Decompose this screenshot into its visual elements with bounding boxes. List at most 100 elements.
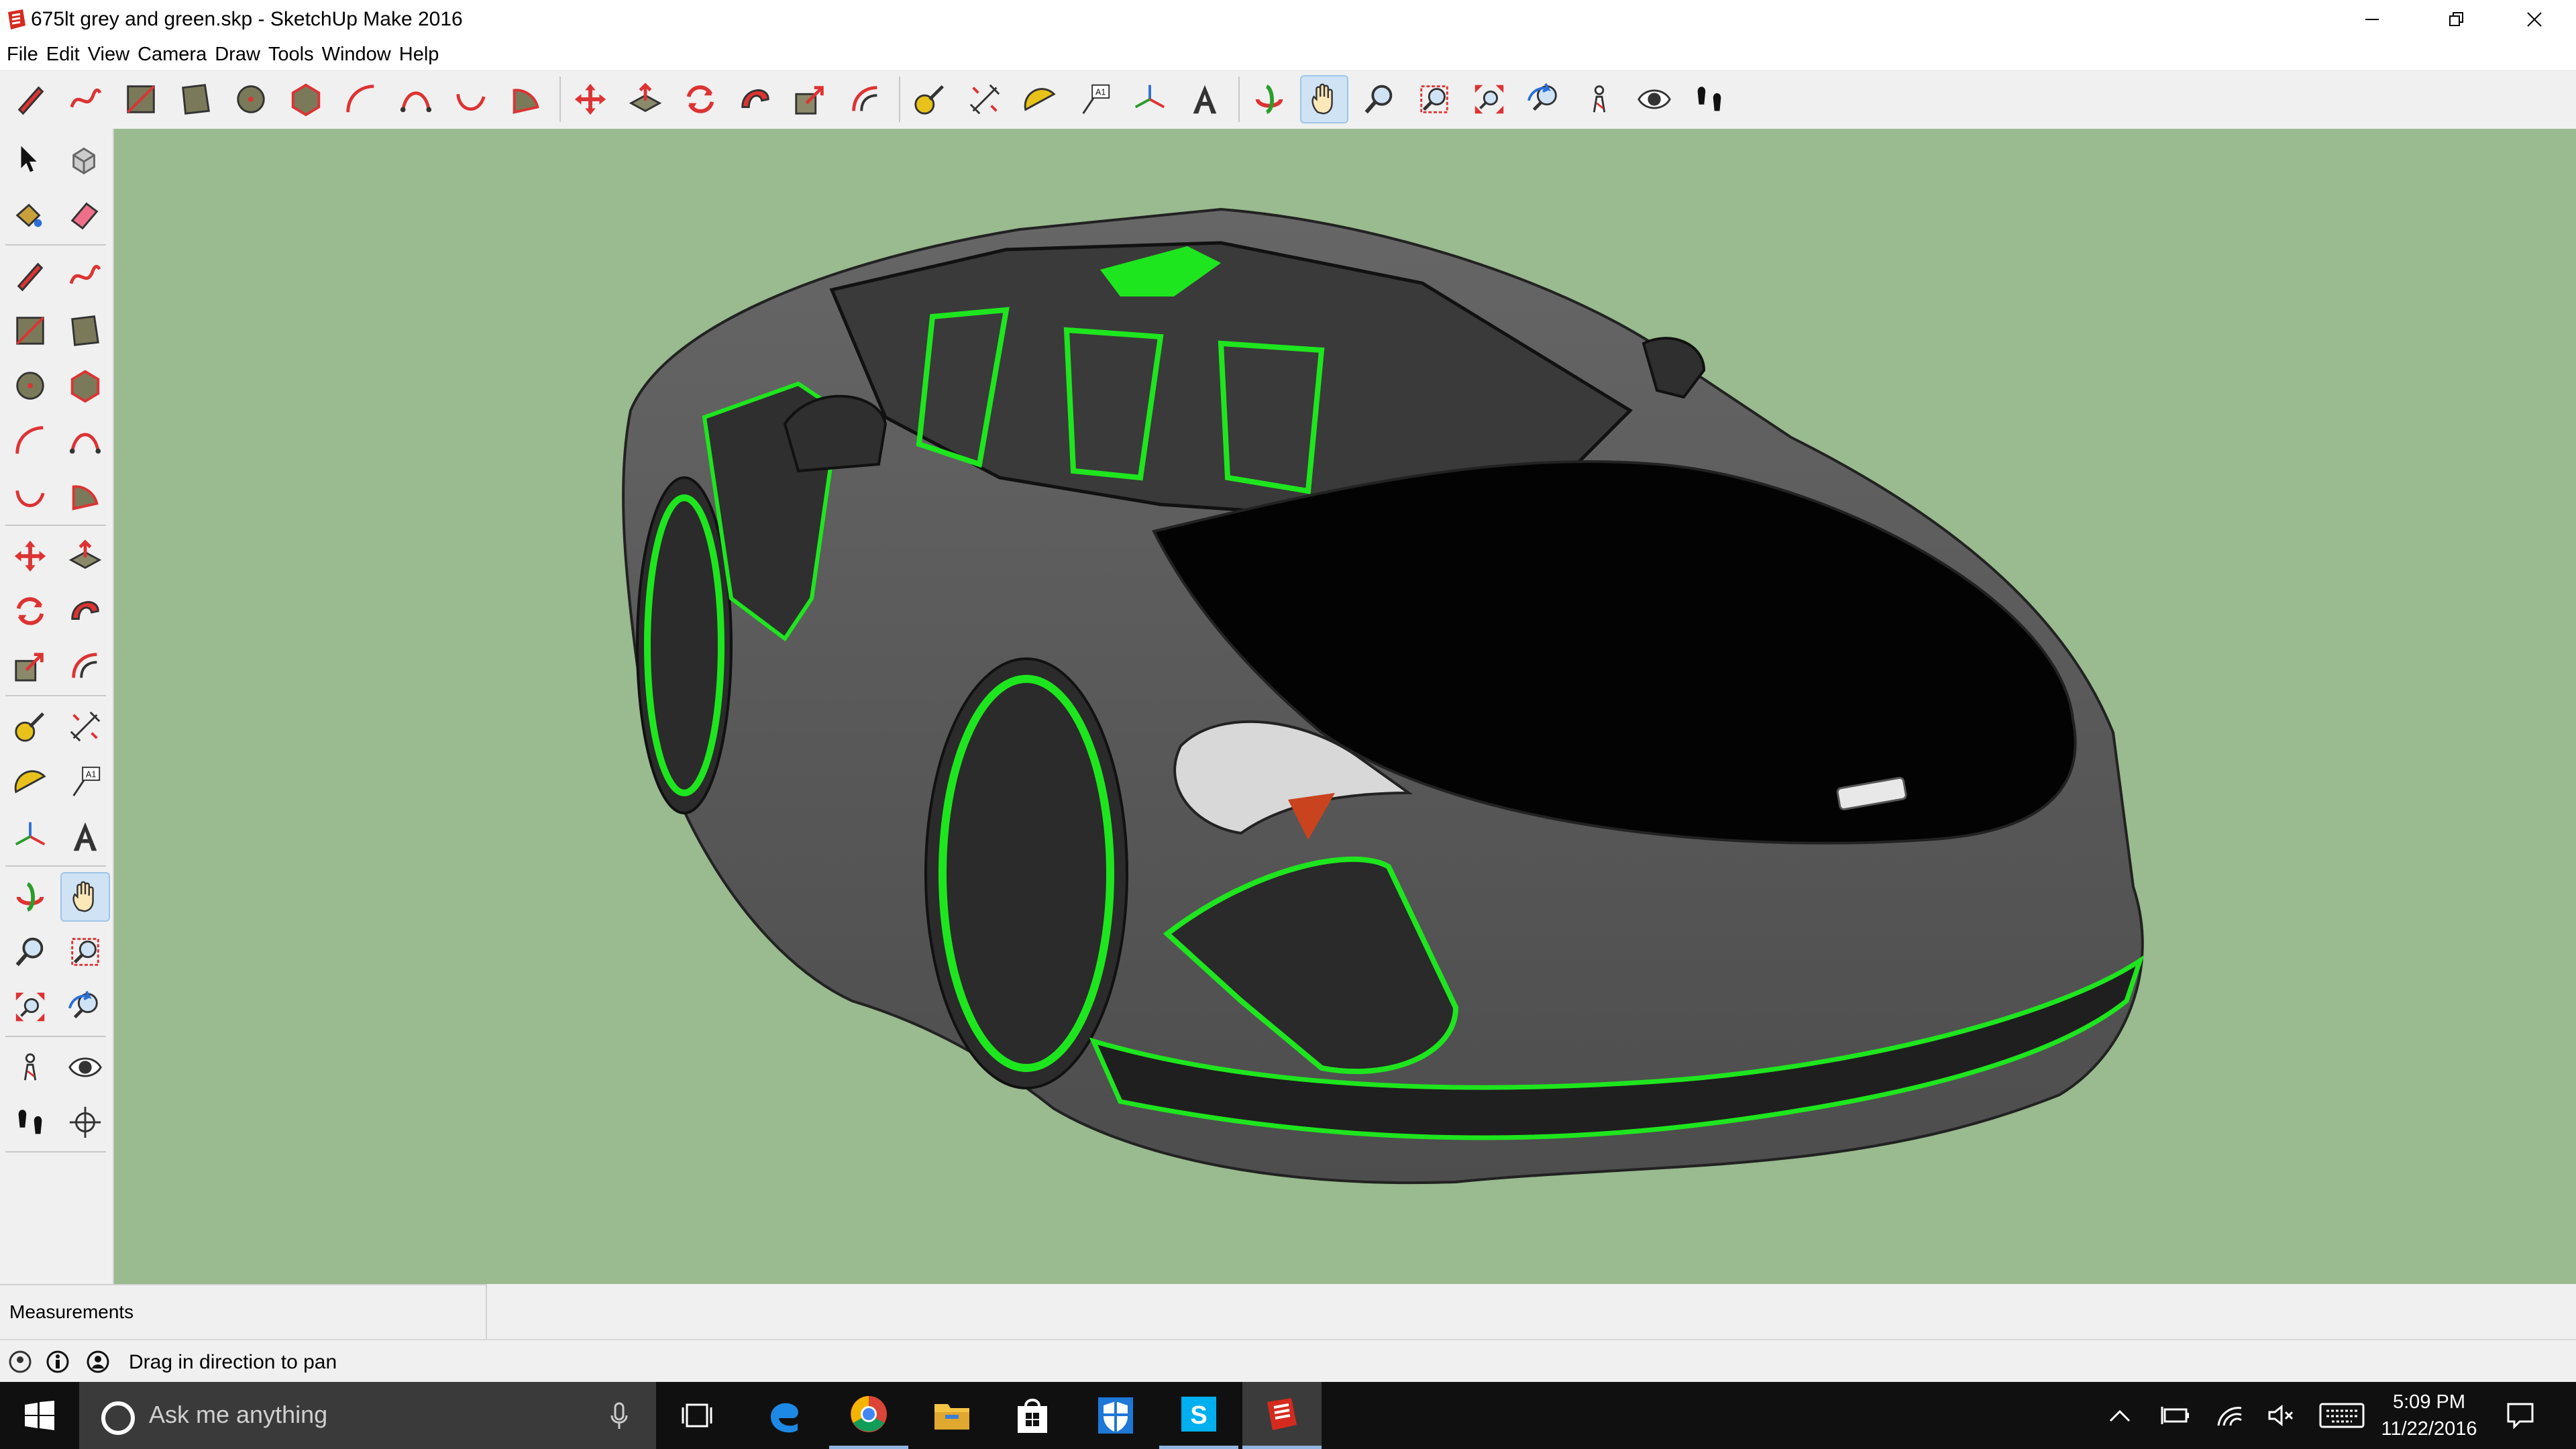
menu-window[interactable]: Window <box>318 39 395 70</box>
tape-measure-tool-button[interactable] <box>7 703 54 750</box>
orbit-tool-button[interactable] <box>7 873 54 920</box>
pie-tool-button[interactable] <box>503 76 549 122</box>
previous-view-tool-button[interactable] <box>62 983 109 1030</box>
restore-button[interactable] <box>2418 0 2495 39</box>
axes-tool-button[interactable] <box>1127 76 1173 122</box>
3d-text-tool-button[interactable] <box>1182 76 1228 122</box>
eraser-tool-button[interactable] <box>62 192 109 239</box>
circle-tool-button[interactable] <box>228 76 274 122</box>
start-button[interactable] <box>0 1382 79 1449</box>
taskbar-edge[interactable] <box>745 1382 824 1449</box>
pencil-tool-button[interactable] <box>7 252 54 299</box>
freehand-tool-button[interactable] <box>62 252 109 299</box>
taskbar-file-explorer[interactable] <box>912 1382 991 1449</box>
network-button[interactable] <box>2210 1382 2250 1449</box>
offset-tool-button[interactable] <box>62 643 109 690</box>
walk-tool-button[interactable] <box>1686 76 1732 122</box>
close-button[interactable] <box>2496 0 2573 39</box>
scale-tool-button[interactable] <box>7 643 54 690</box>
select-tool-button[interactable] <box>7 137 54 184</box>
rotated-rectangle-tool-button[interactable] <box>62 307 109 354</box>
scale-tool-button[interactable] <box>788 76 833 122</box>
offset-tool-button[interactable] <box>843 76 888 122</box>
rectangle-tool-button[interactable] <box>118 76 164 122</box>
previous-view-tool-button[interactable] <box>1521 76 1567 122</box>
menu-draw[interactable]: Draw <box>211 39 264 70</box>
position-camera-tool-button[interactable] <box>1576 76 1622 122</box>
arc-tool-button[interactable] <box>338 76 384 122</box>
two-point-arc-tool-button[interactable] <box>393 76 439 122</box>
freehand-tool-button[interactable] <box>63 76 109 122</box>
credits-icon[interactable] <box>46 1350 70 1374</box>
move-tool-button[interactable] <box>7 533 54 580</box>
task-view-button[interactable] <box>657 1382 737 1449</box>
follow-me-tool-button[interactable] <box>733 76 778 122</box>
axes-tool-button[interactable] <box>7 813 54 860</box>
zoom-tool-button[interactable] <box>1356 76 1402 122</box>
rectangle-tool-button[interactable] <box>7 307 54 354</box>
menu-view[interactable]: View <box>84 39 133 70</box>
minimize-button[interactable] <box>2333 0 2410 39</box>
rotate-tool-button[interactable] <box>678 76 723 122</box>
three-point-arc-tool-button[interactable] <box>7 472 54 519</box>
circle-tool-button[interactable] <box>7 362 54 409</box>
taskbar-clock[interactable]: 5:09 PM 11/22/2016 <box>2372 1389 2486 1442</box>
follow-me-tool-button[interactable] <box>62 588 109 635</box>
taskbar-defender[interactable] <box>1076 1382 1155 1449</box>
zoom-window-tool-button[interactable] <box>62 928 109 975</box>
menu-edit[interactable]: Edit <box>42 39 84 70</box>
walk-tool-button[interactable] <box>7 1099 54 1146</box>
search-box[interactable]: Ask me anything <box>79 1382 656 1449</box>
polygon-tool-button[interactable] <box>62 362 109 409</box>
look-around-tool-button[interactable] <box>1631 76 1677 122</box>
user-account-icon[interactable] <box>86 1350 110 1374</box>
show-hidden-icons-button[interactable] <box>2100 1382 2140 1449</box>
rotated-rectangle-tool-button[interactable] <box>173 76 219 122</box>
orbit-tool-button[interactable] <box>1246 76 1292 122</box>
taskbar-skype[interactable]: S <box>1159 1382 1238 1449</box>
action-center-button[interactable] <box>2497 1382 2544 1449</box>
taskbar-sketchup[interactable] <box>1242 1382 1322 1449</box>
zoom-extents-tool-button[interactable] <box>7 983 54 1030</box>
menu-tools[interactable]: Tools <box>264 39 318 70</box>
menu-help[interactable]: Help <box>395 39 443 70</box>
dimension-tool-button[interactable] <box>962 76 1008 122</box>
pie-tool-button[interactable] <box>62 472 109 519</box>
3d-text-tool-button[interactable] <box>62 813 109 860</box>
section-plane-tool-button[interactable] <box>62 1099 109 1146</box>
polygon-tool-button[interactable] <box>283 76 329 122</box>
move-tool-button[interactable] <box>568 76 613 122</box>
two-point-arc-tool-button[interactable] <box>62 417 109 464</box>
dimension-tool-button[interactable] <box>62 703 109 750</box>
zoom-tool-button[interactable] <box>7 928 54 975</box>
pan-tool-button[interactable] <box>60 872 110 922</box>
arc-tool-button[interactable] <box>7 417 54 464</box>
pan-tool-button[interactable] <box>1300 75 1348 123</box>
measurements-input[interactable] <box>215 1295 476 1331</box>
microphone-icon[interactable] <box>609 1402 629 1430</box>
protractor-tool-button[interactable] <box>7 758 54 805</box>
menu-file[interactable]: File <box>3 39 42 70</box>
text-tool-button[interactable]: A1 <box>62 758 109 805</box>
text-tool-button[interactable]: A1 <box>1072 76 1118 122</box>
battery-button[interactable] <box>2155 1382 2195 1449</box>
model-viewport[interactable] <box>114 129 2576 1284</box>
volume-button[interactable] <box>2261 1382 2301 1449</box>
push-pull-tool-button[interactable] <box>62 533 109 580</box>
paint-bucket-tool-button[interactable] <box>7 192 54 239</box>
zoom-window-tool-button[interactable] <box>1411 76 1457 122</box>
tape-measure-tool-button[interactable] <box>907 76 953 122</box>
make-component-tool-button[interactable] <box>62 137 109 184</box>
rotate-tool-button[interactable] <box>7 588 54 635</box>
pencil-tool-button[interactable] <box>8 76 54 122</box>
three-point-arc-tool-button[interactable] <box>448 76 494 122</box>
push-pull-tool-button[interactable] <box>623 76 668 122</box>
look-around-tool-button[interactable] <box>62 1044 109 1091</box>
zoom-extents-tool-button[interactable] <box>1466 76 1512 122</box>
taskbar-store[interactable] <box>993 1382 1072 1449</box>
geo-location-icon[interactable] <box>8 1350 32 1374</box>
protractor-tool-button[interactable] <box>1017 76 1063 122</box>
taskbar-chrome[interactable] <box>829 1382 908 1449</box>
position-camera-tool-button[interactable] <box>7 1044 54 1091</box>
touch-keyboard-button[interactable] <box>2313 1382 2371 1449</box>
